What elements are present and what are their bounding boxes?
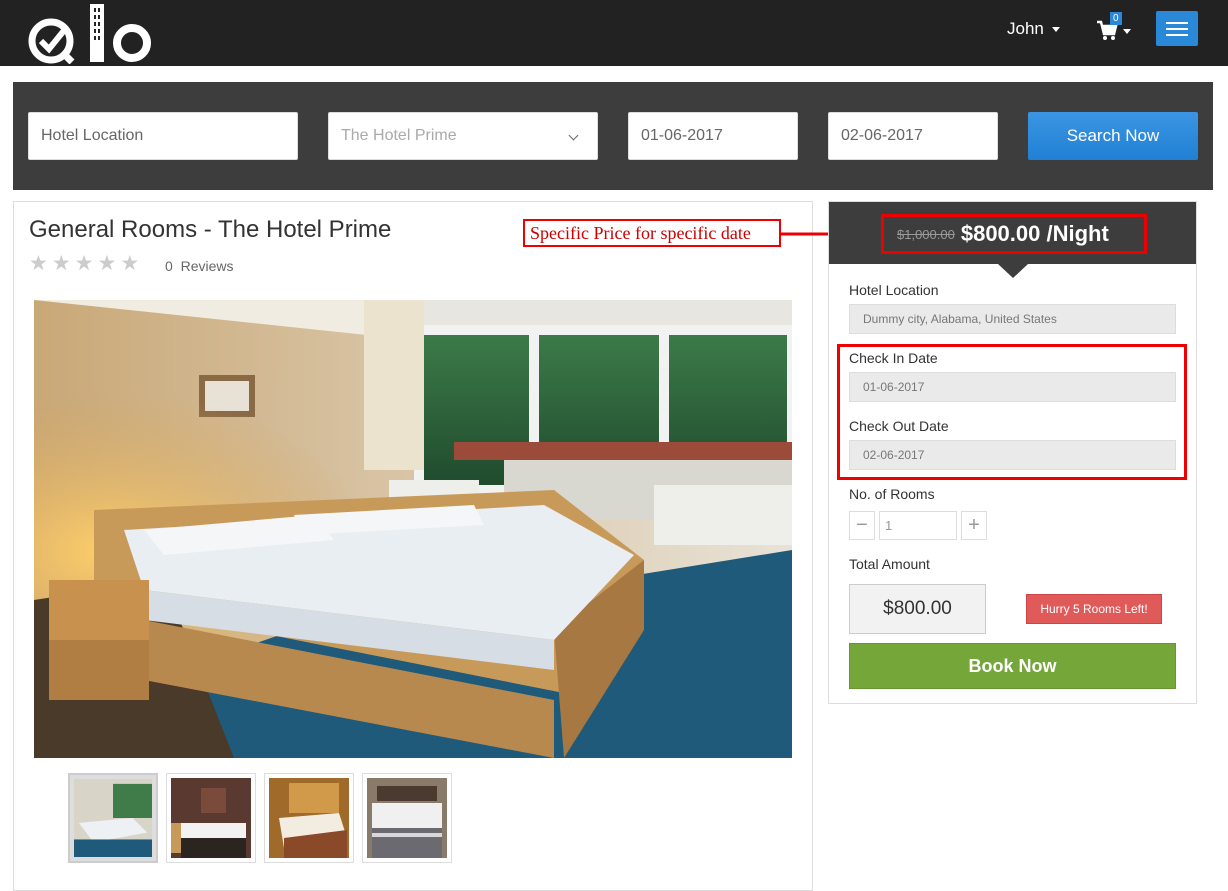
hotel-location-field: Dummy city, Alabama, United States [849,304,1176,334]
hotel-select-value: The Hotel Prime [341,127,457,144]
search-bar: Hotel Location The Hotel Prime 01-06-201… [13,82,1213,190]
star-icon[interactable]: ★ [120,253,139,275]
rooms-left-badge: Hurry 5 Rooms Left! [1026,594,1162,624]
annotation-label: Specific Price for specific date [523,219,781,247]
photo-thumbnails [68,773,452,863]
search-now-button[interactable]: Search Now [1028,112,1198,160]
rooms-label: No. of Rooms [849,486,935,502]
reviews-label: Reviews [180,258,234,274]
room-main-photo [34,300,792,758]
price-highlight: $1,000.00 $800.00 /Night [881,214,1147,254]
hamburger-line [1166,27,1188,30]
star-icon[interactable]: ★ [97,253,116,275]
check-in-label: Check In Date [849,350,938,366]
star-icon[interactable]: ★ [52,253,71,275]
room-detail-card: General Rooms - The Hotel Prime ★ ★ ★ ★ … [13,201,813,891]
new-price: $800.00 /Night [960,221,1109,246]
old-price: $1,000.00 [897,226,955,242]
check-in-input[interactable]: 01-06-2017 [628,112,798,160]
check-out-field[interactable]: 02-06-2017 [849,440,1176,470]
user-menu[interactable]: John [1007,19,1060,39]
chevron-down-icon [568,130,579,141]
decrease-rooms-button[interactable]: − [849,511,875,540]
top-navbar: John 0 [0,0,1228,66]
hamburger-line [1166,33,1188,36]
thumbnail-4[interactable] [362,773,452,863]
thumbnail-3[interactable] [264,773,354,863]
rooms-stepper: − 1 + [849,511,987,540]
price-pointer [998,264,1028,278]
user-name: John [1007,19,1044,38]
check-out-input[interactable]: 02-06-2017 [828,112,998,160]
star-icon[interactable]: ★ [75,253,94,275]
hotel-location-input[interactable]: Hotel Location [28,112,298,160]
check-out-label: Check Out Date [849,418,949,434]
chevron-down-icon [1051,26,1060,32]
qlo-logo[interactable] [28,4,154,64]
reviews-link[interactable]: 0 Reviews [165,258,233,274]
hotel-select[interactable]: The Hotel Prime [328,112,598,160]
rooms-input[interactable]: 1 [879,511,957,540]
hamburger-icon [1166,21,1188,24]
thumbnail-1[interactable] [68,773,158,863]
rating-stars[interactable]: ★ ★ ★ ★ ★ [29,253,139,275]
room-title: General Rooms - The Hotel Prime [29,216,392,243]
star-icon[interactable]: ★ [29,253,48,275]
total-amount-value: $800.00 [849,584,986,634]
book-now-button[interactable]: Book Now [849,643,1176,689]
price-header: $1,000.00 $800.00 /Night [829,202,1196,264]
increase-rooms-button[interactable]: + [961,511,987,540]
cart-button[interactable]: 0 [1096,12,1134,46]
hotel-location-label: Hotel Location [849,282,939,298]
cart-count-badge: 0 [1110,12,1122,25]
review-count: 0 [165,258,173,274]
menu-button[interactable] [1156,11,1198,46]
check-in-field[interactable]: 01-06-2017 [849,372,1176,402]
booking-panel: $1,000.00 $800.00 /Night Hotel Location … [828,201,1197,704]
total-amount-label: Total Amount [849,556,930,572]
thumbnail-2[interactable] [166,773,256,863]
chevron-down-icon [1123,29,1131,34]
